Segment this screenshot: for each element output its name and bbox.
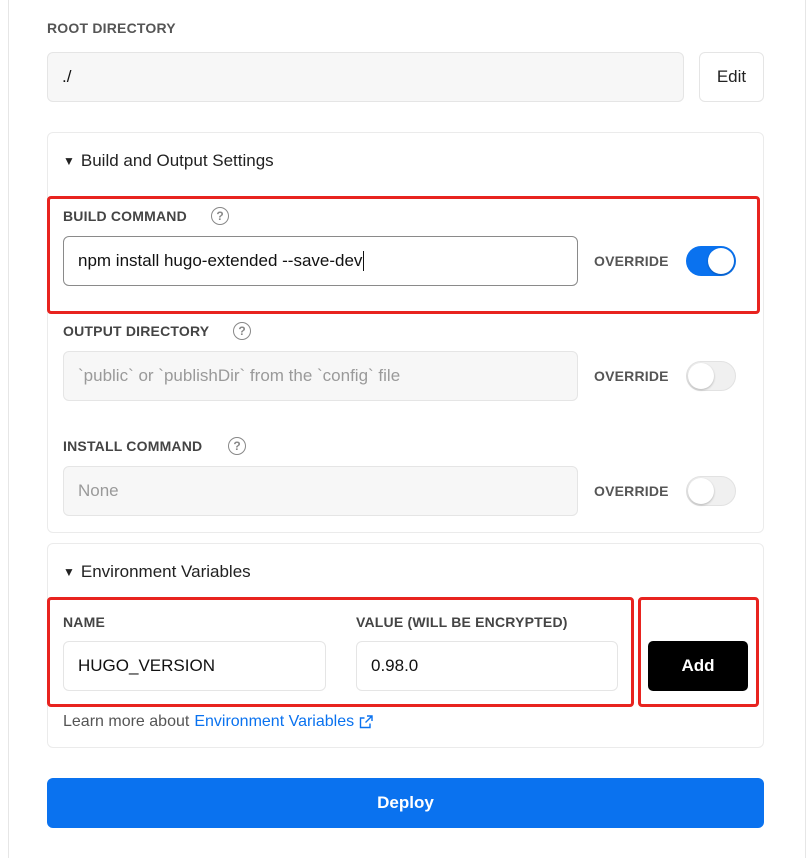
install-command-override-label: OVERRIDE — [594, 483, 669, 499]
output-directory-input[interactable]: `public` or `publishDir` from the `confi… — [63, 351, 578, 401]
output-directory-override-label: OVERRIDE — [594, 368, 669, 384]
deploy-button[interactable]: Deploy — [47, 778, 764, 828]
help-icon[interactable]: ? — [228, 437, 246, 455]
install-command-label: INSTALL COMMAND — [63, 438, 203, 454]
learn-more-text: Learn more about Environment Variables — [63, 713, 373, 731]
env-name-value: HUGO_VERSION — [78, 656, 215, 675]
environment-variables-link[interactable]: Environment Variables — [194, 713, 354, 731]
env-name-label: NAME — [63, 614, 106, 630]
root-directory-value: ./ — [62, 67, 72, 86]
output-directory-override-toggle[interactable] — [686, 361, 736, 391]
env-value-value: 0.98.0 — [371, 656, 419, 675]
help-icon[interactable]: ? — [233, 322, 251, 340]
triangle-down-icon: ▼ — [63, 565, 75, 579]
build-command-label: BUILD COMMAND — [63, 208, 187, 224]
edit-root-directory-button[interactable]: Edit — [699, 52, 764, 102]
triangle-down-icon: ▼ — [63, 154, 75, 168]
output-directory-placeholder: `public` or `publishDir` from the `confi… — [78, 366, 401, 385]
env-name-input[interactable]: HUGO_VERSION — [63, 641, 326, 691]
build-output-settings-toggle[interactable]: ▼ Build and Output Settings — [63, 151, 274, 171]
build-command-override-label: OVERRIDE — [594, 253, 669, 269]
root-directory-label: ROOT DIRECTORY — [47, 20, 176, 36]
build-command-override-toggle[interactable] — [686, 246, 736, 276]
learn-more-prefix: Learn more about — [63, 713, 190, 730]
env-value-label: VALUE (WILL BE ENCRYPTED) — [356, 614, 568, 630]
install-command-placeholder: None — [78, 481, 119, 500]
install-command-override-toggle[interactable] — [686, 476, 736, 506]
environment-variables-title: Environment Variables — [80, 562, 251, 581]
build-command-input[interactable]: npm install hugo-extended --save-dev — [63, 236, 578, 286]
toggle-knob — [688, 478, 714, 504]
add-env-var-button[interactable]: Add — [648, 641, 748, 691]
environment-variables-toggle[interactable]: ▼ Environment Variables — [63, 562, 251, 582]
build-command-value: npm install hugo-extended --save-dev — [78, 251, 363, 270]
output-directory-label: OUTPUT DIRECTORY — [63, 323, 210, 339]
toggle-knob — [688, 363, 714, 389]
install-command-input[interactable]: None — [63, 466, 578, 516]
help-icon[interactable]: ? — [211, 207, 229, 225]
build-output-settings-title: Build and Output Settings — [80, 151, 274, 170]
env-value-input[interactable]: 0.98.0 — [356, 641, 618, 691]
toggle-knob — [708, 248, 734, 274]
text-cursor — [363, 251, 365, 271]
root-directory-field[interactable]: ./ — [47, 52, 684, 102]
external-link-icon[interactable] — [359, 715, 373, 729]
